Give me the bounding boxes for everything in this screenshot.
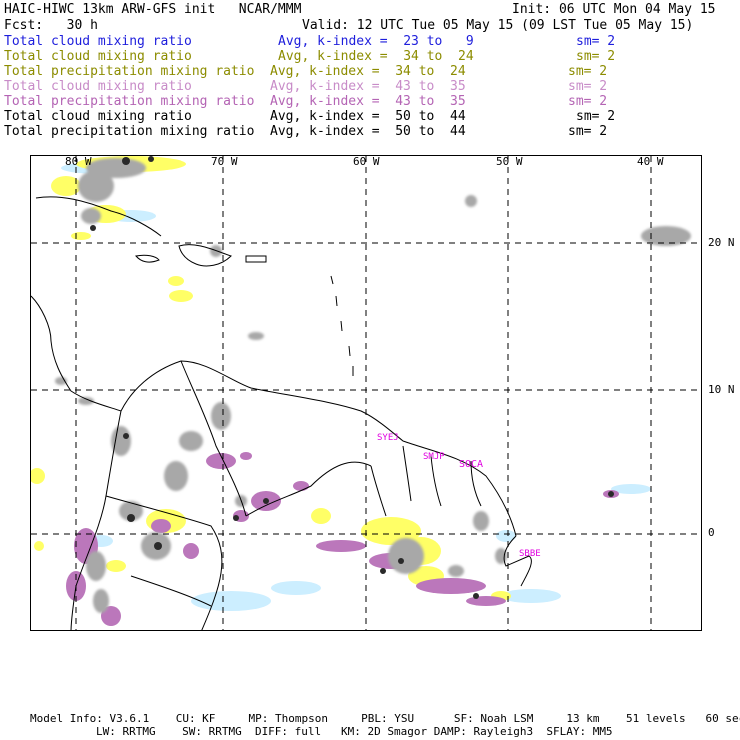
legend-sm: sm= 2 [568,124,608,139]
legend-avg: Avg, k-index = 50 to 44 [270,109,466,124]
legend-sm: sm= 2 [568,79,608,94]
legend-avg: Avg, k-index = 23 to 9 [278,34,474,49]
station-label: SMJP [423,452,445,462]
legend-row: Total cloud mixing ratio Avg, k-index = … [4,49,736,64]
graticule [31,156,701,630]
legend-field: Total precipitation mixing ratio [4,64,255,79]
legend-avg: Avg, k-index = 43 to 35 [270,94,466,109]
model-info-line2: LW: RRTMG SW: RRTMG DIFF: full KM: 2D Sm… [96,725,613,738]
legend-row: Total precipitation mixing ratio Avg, k-… [4,64,736,79]
station-label: SOCA [459,459,484,470]
gray-cloud-fields [55,158,691,613]
legend-sm: sm= 2 [568,64,608,79]
lon-label: 60 W [353,155,380,168]
legend-field: Total cloud mixing ratio [4,79,192,94]
lat-label: 10 N [708,383,735,396]
legend-field: Total precipitation mixing ratio [4,94,255,109]
legend-row: Total cloud mixing ratio Avg, k-index = … [4,79,736,94]
lat-label: 0 [708,526,715,539]
map-svg [31,156,701,630]
legend-sm: sm= 2 [576,49,616,64]
lon-label: 50 W [496,155,523,168]
legend-row: Total cloud mixing ratio Avg, k-index = … [4,34,736,49]
station-label: SYEJ [377,433,399,443]
legend-row: Total precipitation mixing ratio Avg, k-… [4,124,736,139]
legend-row: Total precipitation mixing ratio Avg, k-… [4,94,736,109]
legend-sm: sm= 2 [568,94,608,109]
legend-avg: Avg, k-index = 43 to 35 [270,79,466,94]
legend-field: Total cloud mixing ratio [4,49,192,64]
legend-avg: Avg, k-index = 50 to 44 [270,124,466,139]
map-panel: 80 W 70 W 60 W 50 W 40 W SYEJ SMJP SOCA … [30,155,702,631]
legend-field: Total precipitation mixing ratio [4,124,255,139]
legend-field: Total cloud mixing ratio [4,109,192,124]
legend-sm: sm= 2 [576,109,616,124]
lat-label: 20 N [708,236,735,249]
lon-label: 70 W [211,155,238,168]
model-info-line1: Model Info: V3.6.1 CU: KF MP: Thompson P… [30,712,740,725]
valid-time: Valid: 12 UTC Tue 05 May 15 (09 LST Tue … [302,18,694,33]
legend-sm: sm= 2 [576,34,616,49]
init-time: Init: 06 UTC Mon 04 May 15 [512,2,716,17]
legend-row: Total cloud mixing ratio Avg, k-index = … [4,109,736,124]
lon-label: 80 W [65,155,92,168]
lon-label: 40 W [637,155,664,168]
legend-avg: Avg, k-index = 34 to 24 [270,64,466,79]
forecast-hour: Fcst: 30 h [4,18,98,33]
legend-field: Total cloud mixing ratio [4,34,192,49]
legend-avg: Avg, k-index = 34 to 24 [278,49,474,64]
station-label: SBBE [519,549,541,559]
chart-title: HAIC-HIWC 13km ARW-GFS init NCAR/MMM [4,2,302,17]
